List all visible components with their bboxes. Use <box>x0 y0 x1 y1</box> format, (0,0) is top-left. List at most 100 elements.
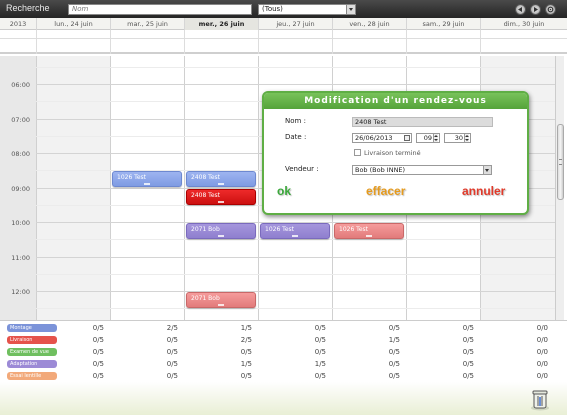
day-header[interactable]: ven., 28 juin <box>332 18 406 30</box>
summary-value: 0/5 <box>462 348 474 356</box>
dialog-title[interactable]: Modification d'un rendez-vous <box>264 93 527 109</box>
summary-value: 0/5 <box>388 324 400 332</box>
delivery-done-checkbox[interactable] <box>354 149 361 156</box>
hour-line <box>36 84 555 85</box>
event-label: 2408 Test <box>191 191 220 199</box>
summary-value: 0/5 <box>388 348 400 356</box>
all-day-divider <box>184 30 185 54</box>
summary-row: Essai lentille 0/5 0/5 0/5 0/5 0/5 0/5 0/0 <box>0 371 567 381</box>
minute-stepper[interactable]: 30 <box>444 133 471 143</box>
all-day-divider <box>110 30 111 54</box>
half-hour-line <box>36 273 555 275</box>
summary-table: Montage 0/5 2/5 1/5 0/5 0/5 0/5 0/0 Livraison 0/5… <box>0 320 567 382</box>
calendar-event[interactable]: 2071 Bob <box>186 292 256 308</box>
resize-handle-icon[interactable] <box>144 183 150 186</box>
resize-handle-icon[interactable] <box>218 304 224 306</box>
time-label: 09:00 <box>11 184 30 193</box>
delete-button[interactable]: effacer <box>366 184 405 198</box>
event-label: 1026 Test <box>339 226 368 233</box>
summary-value: 0/5 <box>166 372 178 380</box>
trash-icon[interactable] <box>530 389 550 411</box>
calendar-event[interactable]: 2408 Test <box>186 188 256 205</box>
summary-value: 0/5 <box>388 360 400 368</box>
day-header[interactable]: mar., 25 juin <box>110 18 184 30</box>
name-field[interactable]: 2408 Test <box>352 117 493 127</box>
summary-value: 0/5 <box>92 360 104 368</box>
hour-spin-icon[interactable] <box>433 134 438 142</box>
summary-value: 2/5 <box>166 324 178 332</box>
event-label: 1026 Test <box>117 174 146 182</box>
chevron-down-icon[interactable] <box>346 5 355 14</box>
calendar-event[interactable]: 2071 Bob <box>186 223 256 239</box>
summary-value: 0/5 <box>166 360 178 368</box>
seller-label: Vendeur : <box>285 165 319 173</box>
calendar-icon[interactable] <box>404 135 410 141</box>
summary-value: 0/5 <box>314 348 326 356</box>
summary-value: 0/5 <box>240 372 252 380</box>
ok-button[interactable]: ok <box>277 184 291 198</box>
event-label: 1026 Test <box>265 226 294 233</box>
vertical-scrollbar[interactable] <box>555 56 564 320</box>
calendar-event[interactable]: 1026 Test <box>112 171 182 188</box>
category-badge: Adaptation <box>7 360 57 368</box>
resize-handle-icon[interactable] <box>366 235 372 237</box>
chevron-down-icon[interactable] <box>483 166 491 174</box>
summary-value: 0/5 <box>314 372 326 380</box>
summary-value: 0/0 <box>536 336 548 344</box>
time-label: 06:00 <box>11 81 30 89</box>
next-week-button[interactable] <box>530 4 541 15</box>
summary-value: 0/5 <box>166 336 178 344</box>
resize-handle-icon[interactable] <box>218 183 224 186</box>
arrow-left-icon <box>518 7 522 12</box>
summary-value: 0/0 <box>536 372 548 380</box>
summary-row: Montage 0/5 2/5 1/5 0/5 0/5 0/5 0/0 <box>0 323 567 333</box>
calendar-event[interactable]: 1026 Test <box>334 223 404 239</box>
day-header[interactable]: dim., 30 juin <box>480 18 567 30</box>
hour-value: 09 <box>423 134 432 142</box>
date-field[interactable]: 26/06/2013 <box>352 133 412 143</box>
all-day-divider <box>480 30 481 54</box>
day-header[interactable]: mer., 26 juin <box>184 18 258 30</box>
search-input[interactable]: Nom <box>68 4 252 15</box>
hour-line <box>36 291 555 292</box>
day-header[interactable]: sam., 29 juin <box>406 18 480 30</box>
resize-handle-icon[interactable] <box>218 235 224 237</box>
summary-value: 0/0 <box>536 348 548 356</box>
calendar-event[interactable]: 1026 Test <box>260 223 330 239</box>
hour-stepper[interactable]: 09 <box>416 133 440 143</box>
day-header[interactable]: lun., 24 juin <box>36 18 110 30</box>
year-label: 2013 <box>9 20 27 28</box>
half-hour-line <box>36 308 555 310</box>
summary-value: 0/5 <box>314 336 326 344</box>
day-header[interactable]: jeu., 27 juin <box>258 18 332 30</box>
previous-week-button[interactable] <box>515 4 526 15</box>
summary-value: 0/5 <box>462 324 474 332</box>
minute-spin-icon[interactable] <box>464 134 469 142</box>
event-label: 2408 Test <box>191 174 220 182</box>
summary-value: 0/5 <box>462 372 474 380</box>
seller-select-value: Bob (Bob INNE) <box>355 166 406 174</box>
time-label: 07:00 <box>11 115 30 124</box>
settings-button[interactable] <box>545 4 556 15</box>
calendar-event[interactable]: 2408 Test <box>186 171 256 188</box>
category-badge: Examen de vue <box>7 348 57 356</box>
name-label: Nom : <box>285 117 306 125</box>
summary-value: 0/5 <box>92 348 104 356</box>
summary-row: Adaptation 0/5 0/5 1/5 1/5 0/5 0/5 0/0 <box>0 359 567 369</box>
bottom-bar <box>0 382 567 415</box>
summary-value: 0/5 <box>92 324 104 332</box>
cancel-button[interactable]: annuler <box>462 184 505 198</box>
resize-handle-icon[interactable] <box>292 235 298 237</box>
arrow-right-icon <box>534 7 538 12</box>
summary-value: 0/0 <box>536 360 548 368</box>
date-field-value: 26/06/2013 <box>355 134 393 142</box>
all-day-area[interactable] <box>0 30 567 54</box>
summary-value: 0/5 <box>240 348 252 356</box>
half-hour-line <box>36 66 555 68</box>
date-label: Date : <box>285 133 307 141</box>
resize-handle-icon[interactable] <box>218 200 224 203</box>
time-label: 12:00 <box>11 288 30 296</box>
seller-select[interactable]: Bob (Bob INNE) <box>352 165 492 175</box>
scrollbar-thumb[interactable] <box>557 124 564 200</box>
filter-select[interactable]: (Tous) <box>258 4 356 15</box>
